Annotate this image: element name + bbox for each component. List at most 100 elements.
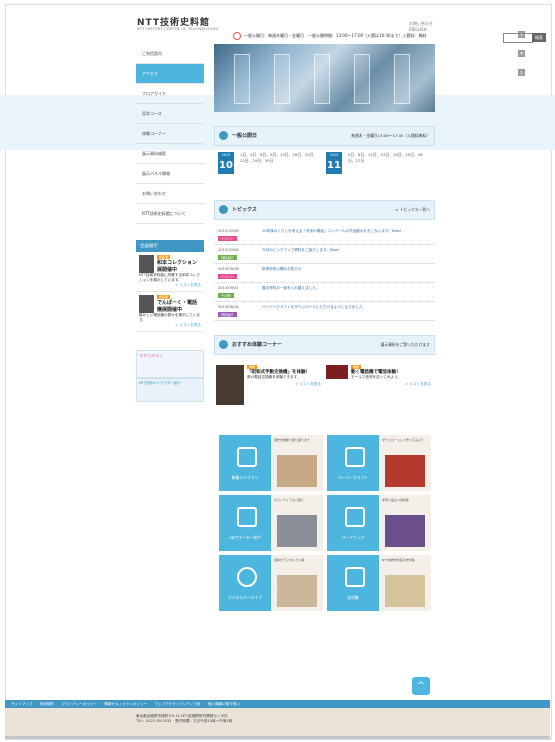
news-more-link[interactable]: > リストを見る bbox=[139, 323, 201, 328]
tile-photo-image bbox=[277, 575, 317, 607]
recommend-item[interactable]: 体験 動く電話機で電信体験！ モールス信号を送ってみよう。 > リストを見る bbox=[326, 365, 431, 415]
sidebar-item-panel[interactable]: 展示パネル情報 bbox=[136, 164, 204, 184]
clock-icon bbox=[233, 32, 241, 40]
footer-link-accessibility[interactable]: ウェブアクセシビリティ方針 bbox=[154, 702, 200, 706]
news-text: NTT技術史料館に所蔵する和本コレクションを展示しています。 bbox=[139, 273, 200, 282]
topic-row[interactable]: 2015/09/28 イベント 秋季特別公開のお知らせ bbox=[214, 264, 435, 283]
document-icon bbox=[345, 567, 365, 587]
tile-photo-image bbox=[277, 455, 317, 487]
topic-tag: イベント bbox=[218, 274, 237, 279]
medal-icon bbox=[237, 567, 257, 587]
calendar-date-box: 2015 10 bbox=[218, 152, 234, 174]
news-text: 懐かしい電話機の数々を展示しています。 bbox=[139, 313, 200, 322]
tile-desc: 資料をデジタルで公開 bbox=[274, 558, 304, 562]
footer-link-privacy[interactable]: プライバシーポリシー bbox=[61, 702, 97, 706]
sidebar-item-experience[interactable]: 体験コーナー bbox=[136, 124, 204, 144]
footer-info: 東京都武蔵野市緑町3-9-11 NTT武蔵野研究開発センタ内 TEL：0422-… bbox=[5, 708, 550, 736]
topic-link[interactable]: ペーパークラフトをダウンロードいただけるようになりました。 bbox=[262, 305, 430, 310]
topics-title: トピックス bbox=[232, 207, 257, 213]
sidebar-item-course[interactable]: 見学コース bbox=[136, 104, 204, 124]
tile-photo: 資料をデジタルで公開 bbox=[271, 555, 323, 611]
chevron-up-icon: ^ bbox=[417, 681, 425, 691]
hero-pane bbox=[314, 54, 330, 104]
footer-address-block: 東京都武蔵野市緑町3-9-11 NTT武蔵野研究開発センタ内 TEL：0422-… bbox=[136, 714, 232, 724]
tile-desc: ダウンロードして作ってみよう bbox=[382, 438, 424, 442]
sidebar-banner[interactable]: マスカルコノ bbox=[136, 350, 204, 378]
hero-pane bbox=[394, 54, 410, 104]
person-icon bbox=[237, 507, 257, 527]
sidebar-item-guide[interactable]: ご利用案内 bbox=[136, 44, 204, 64]
sidebar: ご利用案内 アクセス フロアガイド 見学コース 体験コーナー 展示資料検索 展示… bbox=[136, 44, 204, 402]
footer-links: サイトマップ 利用規約 プライバシーポリシー 情報セキュリティポリシー ウェブア… bbox=[5, 700, 550, 708]
font-size-large-button[interactable]: 大 bbox=[518, 69, 525, 76]
footer-copyright-bar bbox=[5, 736, 550, 739]
topic-link[interactable]: 展示資料の一部を入れ替えました。 bbox=[262, 286, 430, 291]
back-to-top-button[interactable]: ^ bbox=[412, 677, 430, 695]
hours-row: 一般公開日：毎週木曜日・金曜日 一般公開時間：13:00〜17:00（入館は16… bbox=[233, 32, 433, 40]
sidebar-banner-characters[interactable]: NTT技術キャラクター紹介 bbox=[136, 378, 204, 402]
tile-paper-craft[interactable]: ペーパークラフト ダウンロードして作ってみよう bbox=[327, 435, 431, 491]
sidebar-item-about[interactable]: NTT技術史料館について bbox=[136, 204, 204, 224]
topic-tag: 資料紹介 bbox=[218, 255, 237, 260]
tile-photo-image bbox=[385, 455, 425, 487]
tile-desc: 学習に役立つ資料集 bbox=[382, 498, 410, 502]
hero-pane bbox=[354, 54, 370, 104]
search-input[interactable] bbox=[503, 33, 533, 43]
topic-tag: 資料紹介 bbox=[218, 312, 237, 317]
page: NTT技術史料館 NTT HISTORY CENTER OF TECHNOLOG… bbox=[0, 0, 555, 742]
sidebar-item-contact[interactable]: お問い合わせ bbox=[136, 184, 204, 204]
sidebar-item-floor[interactable]: フロアガイド bbox=[136, 84, 204, 104]
calendar-header: 一般公開日 毎週木・金曜日13:00〜17:00（入館料無料） bbox=[214, 126, 435, 146]
tile-label: OBサポーター紹介 bbox=[228, 535, 262, 540]
topic-link[interactable]: 秋季特別公開のお知らせ bbox=[262, 267, 430, 272]
feature-tiles: 映像ライブラリ 歴史を映像で振り返ります ペーパークラフト ダウンロードして作っ… bbox=[219, 435, 431, 611]
search-button[interactable]: 検索 bbox=[532, 33, 546, 42]
recommend-thumbnail bbox=[216, 365, 244, 405]
topic-row[interactable]: 2015/10/06 資料紹介 今月のピックアップ資料をご紹介します。New! bbox=[214, 245, 435, 264]
tile-digital-archive[interactable]: デジタルアーカイブ 資料をデジタルで公開 bbox=[219, 555, 323, 611]
footer-link-security[interactable]: 情報セキュリティポリシー bbox=[104, 702, 147, 706]
topic-link[interactable]: 20年後のくらしを考える「未来の電話」コンクールの作品展示をおこないます。New… bbox=[262, 229, 430, 234]
tile-photo-image bbox=[385, 575, 425, 607]
topic-row[interactable]: 2015/09/01 その他 展示資料の一部を入れ替えました。 bbox=[214, 283, 435, 302]
calendar-icon bbox=[219, 131, 228, 140]
sidebar-item-search[interactable]: 展示資料検索 bbox=[136, 144, 204, 164]
footer-link-sitemap[interactable]: サイトマップ bbox=[11, 702, 33, 706]
topics-more-link[interactable]: > トピックス一覧へ bbox=[395, 207, 430, 213]
recommend-note: 展示資料をご覧いただけます bbox=[380, 342, 430, 347]
topics-header: トピックス > トピックス一覧へ bbox=[214, 200, 435, 220]
tile-photo: 学習に役立つ資料集 bbox=[379, 495, 431, 551]
news-more-link[interactable]: > リストを見る bbox=[139, 283, 201, 288]
footer-link-personal-info[interactable]: 個人情報の取り扱い bbox=[208, 702, 240, 706]
font-size-medium-button[interactable]: 中 bbox=[518, 50, 525, 57]
topics-icon bbox=[219, 205, 228, 214]
topics-list: 2015/10/08 イベント 20年後のくらしを考える「未来の電話」コンクール… bbox=[214, 226, 435, 321]
topic-row[interactable]: 2015/10/08 イベント 20年後のくらしを考える「未来の電話」コンクール… bbox=[214, 226, 435, 245]
tile-ob-supporter[interactable]: OBサポーター紹介 ボランティアのご紹介 bbox=[219, 495, 323, 551]
footer-link-terms[interactable]: 利用規約 bbox=[40, 702, 54, 706]
calendar-days: 5日、6日、12日、13日、19日、20日、26日、27日 bbox=[348, 152, 423, 163]
tile-desc: NTT技術史料館の史料集 bbox=[382, 558, 415, 562]
recommend-list: 体験 「昭和式手動交換機」を体験！ 昔の電話交換機を体験できます。 > リストを… bbox=[214, 361, 435, 419]
sidebar-news-item[interactable]: 企画展 でんぱーく・電話機展開催中 懐かしい電話機の数々を展示しています。 > … bbox=[136, 292, 204, 332]
topic-link[interactable]: 今月のピックアップ資料をご紹介します。New! bbox=[262, 248, 430, 253]
topic-date: 2015/10/08 bbox=[218, 229, 239, 233]
recommend-header: おすすめ体験コーナー 展示資料をご覧いただけます bbox=[214, 335, 435, 355]
recommend-more-link[interactable]: > リストを見る bbox=[326, 382, 431, 387]
topic-tag: その他 bbox=[218, 293, 234, 298]
sidebar-item-access[interactable]: アクセス bbox=[136, 64, 204, 84]
tile-video-library[interactable]: 映像ライブラリ 歴史を映像で振り返ります bbox=[219, 435, 323, 491]
tile-archives[interactable]: 史料集 NTT技術史料館の史料集 bbox=[327, 555, 431, 611]
tile-photo-image bbox=[385, 515, 425, 547]
topic-date: 2015/09/01 bbox=[218, 286, 239, 290]
top-links[interactable]: お問い合わせ ENGLISH bbox=[409, 21, 437, 32]
tile-label: 史料集 bbox=[347, 595, 359, 600]
tile-icon-panel: ペーパークラフト bbox=[327, 435, 379, 491]
tile-photo-image bbox=[277, 515, 317, 547]
sidebar-news-item[interactable]: 企画展 和本コレクション展開催中 NTT技術史料館に所蔵する和本コレクションを展… bbox=[136, 252, 204, 292]
calendar-days: 1日、2日、8日、9日、15日、16日、22日、23日、29日、30日 bbox=[240, 152, 318, 163]
recommend-item[interactable]: 体験 「昭和式手動交換機」を体験！ 昔の電話交換機を体験できます。 > リストを… bbox=[216, 365, 321, 415]
tile-workbook[interactable]: ワークブック 学習に役立つ資料集 bbox=[327, 495, 431, 551]
topic-row[interactable]: 2015/08/18 資料紹介 ペーパークラフトをダウンロードいただけるようにな… bbox=[214, 302, 435, 321]
tile-photo: ダウンロードして作ってみよう bbox=[379, 435, 431, 491]
